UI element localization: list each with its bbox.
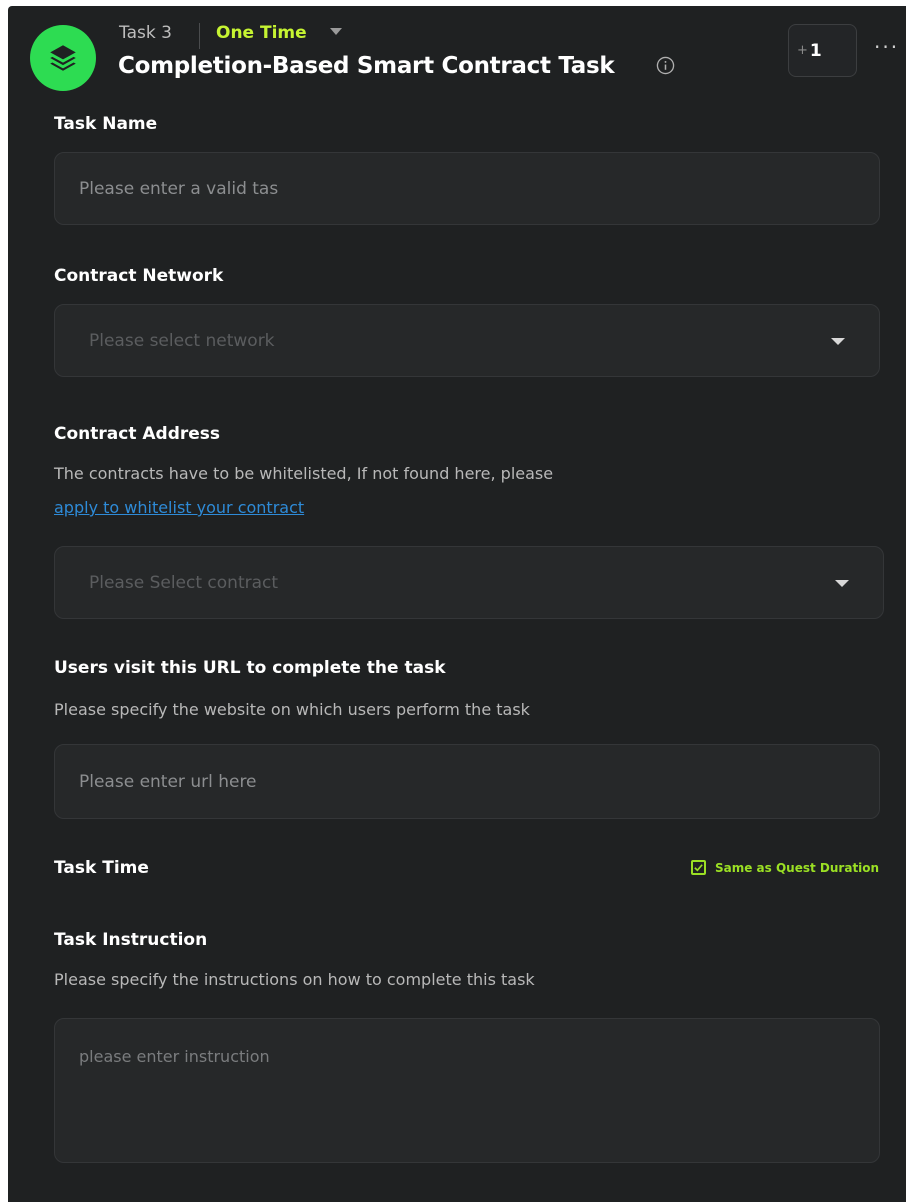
- chevron-down-icon[interactable]: [330, 28, 342, 35]
- contract-address-placeholder: Please Select contract: [89, 573, 279, 593]
- info-icon[interactable]: [656, 56, 675, 75]
- url-description: Please specify the website on which user…: [54, 700, 530, 719]
- url-placeholder: Please enter url here: [79, 772, 257, 792]
- add-count-button[interactable]: + 1: [788, 24, 857, 77]
- url-input[interactable]: Please enter url here: [54, 744, 880, 819]
- task-panel: Task 3 One Time Completion-Based Smart C…: [8, 6, 906, 1202]
- plus-prefix: +: [797, 43, 808, 58]
- plus-value: 1: [809, 40, 822, 61]
- contract-network-select[interactable]: Please select network: [54, 304, 880, 377]
- task-type-logo: [30, 25, 96, 91]
- chevron-down-icon: [831, 338, 845, 345]
- task-name-placeholder: Please enter a valid tas: [79, 179, 279, 199]
- task-title: Completion-Based Smart Contract Task: [118, 53, 615, 79]
- task-instruction-placeholder: please enter instruction: [79, 1047, 270, 1066]
- contract-address-label: Contract Address: [54, 424, 221, 444]
- task-name-label: Task Name: [54, 114, 158, 134]
- task-instruction-label: Task Instruction: [54, 930, 208, 950]
- contract-network-placeholder: Please select network: [89, 331, 275, 351]
- more-options-icon[interactable]: ···: [874, 37, 899, 57]
- task-time-label: Task Time: [54, 858, 149, 878]
- url-label: Users visit this URL to complete the tas…: [54, 658, 446, 678]
- contract-address-select[interactable]: Please Select contract: [54, 546, 884, 619]
- task-name-input[interactable]: Please enter a valid tas: [54, 152, 880, 225]
- checkmark-icon: [694, 864, 703, 872]
- contract-network-label: Contract Network: [54, 266, 224, 286]
- task-instruction-description: Please specify the instructions on how t…: [54, 970, 535, 989]
- header-divider: [199, 23, 200, 49]
- contract-address-description: The contracts have to be whitelisted, If…: [54, 464, 554, 483]
- same-as-quest-duration-checkbox[interactable]: [691, 860, 706, 875]
- task-number: Task 3: [119, 23, 172, 43]
- frequency-dropdown[interactable]: One Time: [216, 23, 307, 43]
- whitelist-contract-link[interactable]: apply to whitelist your contract: [54, 498, 304, 517]
- task-instruction-textarea[interactable]: please enter instruction: [54, 1018, 880, 1163]
- layers-icon: [50, 45, 76, 71]
- same-as-quest-duration-label[interactable]: Same as Quest Duration: [715, 861, 879, 875]
- chevron-down-icon: [835, 580, 849, 587]
